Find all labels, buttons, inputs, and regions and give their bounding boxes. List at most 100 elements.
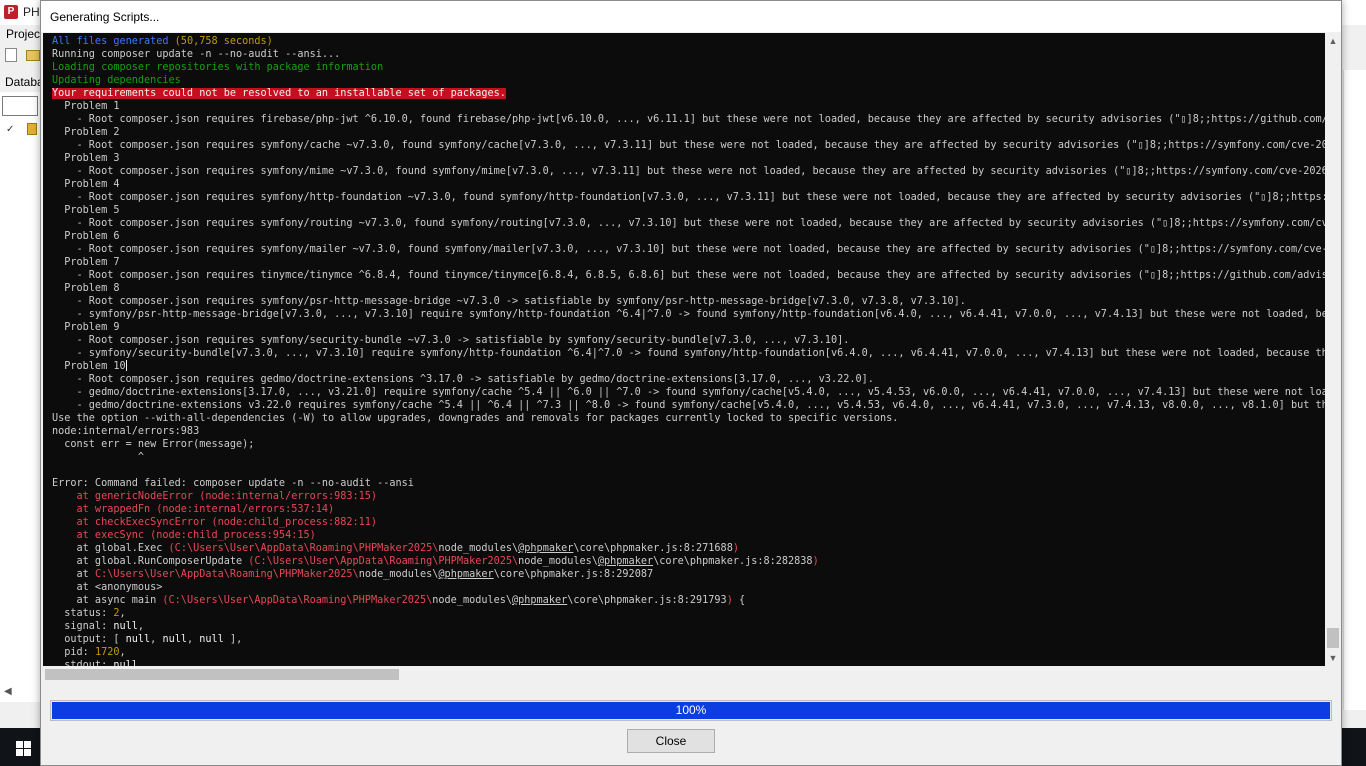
console-line: - Root composer.json requires symfony/ht… [52, 191, 1325, 204]
console-segment: - gedmo/doctrine-extensions v3.22.0 requ… [52, 400, 1325, 411]
dialog-titlebar[interactable]: Generating Scripts... [41, 1, 1341, 32]
horizontal-scroll-thumb[interactable] [45, 669, 399, 680]
scroll-down-icon[interactable]: ▼ [1325, 650, 1341, 666]
console-segment: at [52, 569, 95, 580]
console-segment: \core\phpmaker.js:8:292087 [493, 569, 654, 580]
console-segment: output: [ [52, 634, 126, 645]
console-line: Your requirements could not be resolved … [52, 87, 1325, 100]
console-segment: @phpmaker [438, 569, 494, 580]
console-segment: , [119, 647, 126, 658]
console-line: stdout: null, [52, 659, 1325, 666]
console-line: at genericNodeError (node:internal/error… [52, 490, 1325, 503]
console-line: - gedmo/doctrine-extensions v3.22.0 requ… [52, 399, 1325, 412]
console-segment: signal: [52, 621, 114, 632]
close-button[interactable]: Close [627, 729, 715, 753]
console-line: const err = new Error(message); [52, 438, 1325, 451]
windows-logo-pane [16, 741, 23, 748]
console-segment: at genericNodeError (node:internal/error… [52, 491, 378, 502]
console-line: - Root composer.json requires gedmo/doct… [52, 373, 1325, 386]
menu-project[interactable]: Projec [6, 27, 40, 41]
console-segment: node_modules\ [432, 595, 513, 606]
console-segment: null [125, 634, 151, 645]
console-line: - symfony/psr-http-message-bridge[v7.3.0… [52, 308, 1325, 321]
console-segment: Your requirements could not be resolved … [52, 88, 506, 99]
console-line: - Root composer.json requires symfony/mi… [52, 165, 1325, 178]
console-line: Problem 9 [52, 321, 1325, 334]
console-line: signal: null, [52, 620, 1325, 633]
console-line: Updating dependencies [52, 74, 1325, 87]
scroll-left-icon[interactable]: ◀ [4, 686, 12, 697]
console-line: Use the option --with-all-dependencies (… [52, 412, 1325, 425]
console-segment: null [113, 621, 138, 632]
console-segment: Running composer update -n --no-audit --… [52, 49, 341, 60]
console-segment: Problem 9 [52, 322, 120, 333]
console-line: Problem 4 [52, 178, 1325, 191]
console-segment: ) [812, 556, 819, 567]
console-segment: , [137, 621, 145, 632]
console-line: Loading composer repositories with packa… [52, 61, 1325, 74]
console-line: at C:\Users\User\AppData\Roaming\PHPMake… [52, 568, 1325, 581]
console-segment: - Root composer.json requires symfony/se… [52, 335, 850, 346]
app-logo-icon: P [4, 5, 18, 19]
console-segment: , [186, 634, 200, 645]
console-text: All files generated (50,758 seconds) Runn… [52, 35, 1325, 666]
vertical-scroll-thumb[interactable] [1327, 628, 1339, 648]
console-segment: at <anonymous> [52, 582, 163, 593]
console-segment: Problem 10 [52, 361, 126, 372]
console-segment: const err = new Error(message); [52, 439, 255, 450]
console-segment: (C:\Users\User\AppData\Roaming\PHPMaker2… [162, 595, 433, 606]
console-line: - Root composer.json requires symfony/ps… [52, 295, 1325, 308]
console-line: Problem 8 [52, 282, 1325, 295]
new-file-icon[interactable] [5, 48, 17, 62]
tree-filter-input[interactable] [2, 96, 38, 116]
tab-database[interactable]: Databa [5, 75, 44, 89]
windows-logo-pane [24, 741, 31, 748]
console-line: at checkExecSyncError (node:child_proces… [52, 516, 1325, 529]
console-output[interactable]: All files generated (50,758 seconds) Runn… [43, 33, 1325, 666]
console-segment: at checkExecSyncError (node:child_proces… [52, 517, 378, 528]
console-segment: \core\phpmaker.js:8:291793 [567, 595, 727, 606]
console-segment: at execSync (node:child_process:954:15) [52, 530, 316, 541]
console-line: node:internal/errors:983 [52, 425, 1325, 438]
console-line: All files generated (50,758 seconds) [52, 35, 1325, 48]
console-segment: at wrappedFn (node:internal/errors:537:1… [52, 504, 335, 515]
vertical-scrollbar[interactable]: ▲ ▼ [1325, 33, 1341, 666]
scroll-up-icon[interactable]: ▲ [1325, 33, 1341, 49]
console-segment: - Root composer.json requires gedmo/doct… [52, 374, 874, 385]
console-segment: - Root composer.json requires tinymce/ti… [52, 270, 1325, 281]
console-line: ^ [52, 451, 1325, 464]
console-segment: Problem 8 [52, 283, 120, 294]
console-segment: at async main [52, 595, 163, 606]
console-line: - Root composer.json requires symfony/se… [52, 334, 1325, 347]
database-icon [27, 123, 37, 135]
console-line: at async main (C:\Users\User\AppData\Roa… [52, 594, 1325, 607]
console-segment: (50,758 seconds) [174, 36, 273, 47]
console-segment: at global.RunComposerUpdate [52, 556, 249, 567]
console-line: Running composer update -n --no-audit --… [52, 48, 1325, 61]
horizontal-scrollbar[interactable] [43, 666, 1341, 683]
console-line: at global.RunComposerUpdate (C:\Users\Us… [52, 555, 1325, 568]
console-segment: Loading composer repositories with packa… [52, 62, 384, 73]
console-segment: Problem 6 [52, 231, 120, 242]
console-segment: Problem 1 [52, 101, 120, 112]
console-segment: null [199, 634, 224, 645]
console-segment: { [732, 595, 746, 606]
generating-scripts-dialog: Generating Scripts... All files generate… [40, 0, 1342, 766]
windows-logo-pane [24, 749, 31, 756]
console-line: Problem 10 [52, 360, 1325, 373]
console-segment: - symfony/security-bundle[v7.3.0, ..., v… [52, 348, 1325, 359]
console-line: at wrappedFn (node:internal/errors:537:1… [52, 503, 1325, 516]
console-line: - gedmo/doctrine-extensions[3.17.0, ...,… [52, 386, 1325, 399]
console-segment: \core\phpmaker.js:8:271688 [573, 543, 733, 554]
console-segment: , [150, 634, 163, 645]
console-segment: Use the option --with-all-dependencies (… [52, 413, 899, 424]
chevron-down-icon[interactable]: ✓ [6, 124, 14, 135]
console-segment: - Root composer.json requires symfony/ro… [52, 218, 1325, 229]
console-segment: ^ [52, 452, 145, 463]
open-folder-icon[interactable] [26, 50, 40, 61]
console-line: Problem 3 [52, 152, 1325, 165]
console-segment: node_modules\ [438, 543, 519, 554]
console-segment: - Root composer.json requires symfony/ma… [52, 244, 1325, 255]
console-segment: - symfony/psr-http-message-bridge[v7.3.0… [52, 309, 1325, 320]
